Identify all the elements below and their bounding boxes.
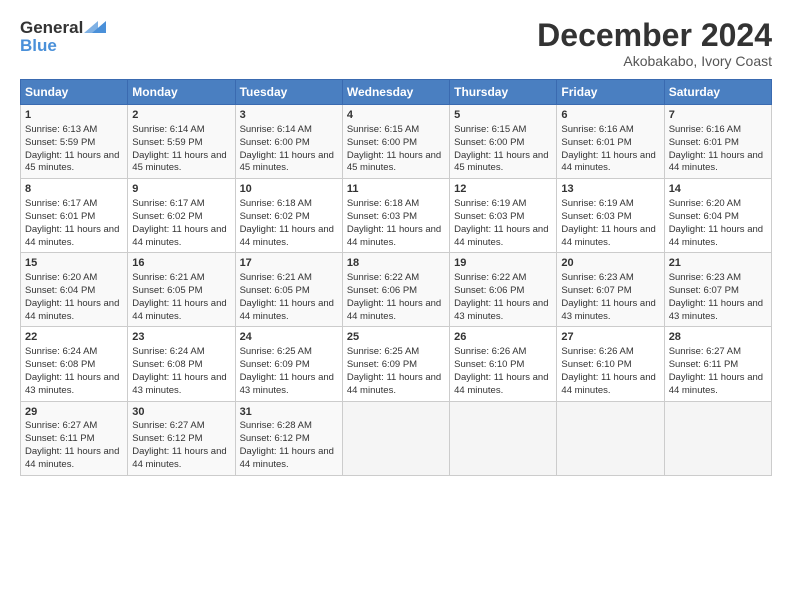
day-number: 1: [25, 108, 123, 123]
logo: General Blue: [20, 18, 106, 56]
week-row: 15Sunrise: 6:20 AMSunset: 6:04 PMDayligh…: [21, 253, 772, 327]
calendar-cell: 7Sunrise: 6:16 AMSunset: 6:01 PMDaylight…: [664, 105, 771, 179]
day-number: 27: [561, 330, 659, 345]
day-header: Friday: [557, 80, 664, 105]
calendar-cell: 11Sunrise: 6:18 AMSunset: 6:03 PMDayligh…: [342, 179, 449, 253]
calendar-cell: 25Sunrise: 6:25 AMSunset: 6:09 PMDayligh…: [342, 327, 449, 401]
day-number: 23: [132, 330, 230, 345]
calendar-cell: 28Sunrise: 6:27 AMSunset: 6:11 PMDayligh…: [664, 327, 771, 401]
day-number: 22: [25, 330, 123, 345]
calendar-cell: 16Sunrise: 6:21 AMSunset: 6:05 PMDayligh…: [128, 253, 235, 327]
calendar-cell: 22Sunrise: 6:24 AMSunset: 6:08 PMDayligh…: [21, 327, 128, 401]
calendar-cell: 19Sunrise: 6:22 AMSunset: 6:06 PMDayligh…: [450, 253, 557, 327]
calendar-cell: 14Sunrise: 6:20 AMSunset: 6:04 PMDayligh…: [664, 179, 771, 253]
day-number: 6: [561, 108, 659, 123]
calendar-cell: 29Sunrise: 6:27 AMSunset: 6:11 PMDayligh…: [21, 401, 128, 475]
week-row: 22Sunrise: 6:24 AMSunset: 6:08 PMDayligh…: [21, 327, 772, 401]
day-number: 21: [669, 256, 767, 271]
week-row: 8Sunrise: 6:17 AMSunset: 6:01 PMDaylight…: [21, 179, 772, 253]
day-number: 31: [240, 405, 338, 420]
day-number: 14: [669, 182, 767, 197]
calendar-cell: [450, 401, 557, 475]
logo-icon: [84, 19, 106, 35]
calendar-table: SundayMondayTuesdayWednesdayThursdayFrid…: [20, 79, 772, 475]
day-number: 2: [132, 108, 230, 123]
header-row: SundayMondayTuesdayWednesdayThursdayFrid…: [21, 80, 772, 105]
day-number: 30: [132, 405, 230, 420]
day-number: 5: [454, 108, 552, 123]
calendar-cell: 13Sunrise: 6:19 AMSunset: 6:03 PMDayligh…: [557, 179, 664, 253]
calendar-cell: 23Sunrise: 6:24 AMSunset: 6:08 PMDayligh…: [128, 327, 235, 401]
week-row: 29Sunrise: 6:27 AMSunset: 6:11 PMDayligh…: [21, 401, 772, 475]
logo-general: General: [20, 18, 83, 38]
calendar-cell: 5Sunrise: 6:15 AMSunset: 6:00 PMDaylight…: [450, 105, 557, 179]
calendar-cell: 6Sunrise: 6:16 AMSunset: 6:01 PMDaylight…: [557, 105, 664, 179]
day-number: 11: [347, 182, 445, 197]
week-row: 1Sunrise: 6:13 AMSunset: 5:59 PMDaylight…: [21, 105, 772, 179]
calendar-cell: 3Sunrise: 6:14 AMSunset: 6:00 PMDaylight…: [235, 105, 342, 179]
calendar-cell: 10Sunrise: 6:18 AMSunset: 6:02 PMDayligh…: [235, 179, 342, 253]
calendar-cell: 4Sunrise: 6:15 AMSunset: 6:00 PMDaylight…: [342, 105, 449, 179]
logo-blue: Blue: [20, 36, 57, 56]
day-number: 12: [454, 182, 552, 197]
day-number: 7: [669, 108, 767, 123]
calendar-cell: 24Sunrise: 6:25 AMSunset: 6:09 PMDayligh…: [235, 327, 342, 401]
calendar-cell: 17Sunrise: 6:21 AMSunset: 6:05 PMDayligh…: [235, 253, 342, 327]
day-number: 19: [454, 256, 552, 271]
day-number: 9: [132, 182, 230, 197]
calendar-cell: [342, 401, 449, 475]
location: Akobakabo, Ivory Coast: [537, 53, 772, 69]
calendar-cell: 31Sunrise: 6:28 AMSunset: 6:12 PMDayligh…: [235, 401, 342, 475]
day-header: Sunday: [21, 80, 128, 105]
header: General Blue December 2024 Akobakabo, Iv…: [20, 18, 772, 69]
day-number: 15: [25, 256, 123, 271]
calendar-cell: 30Sunrise: 6:27 AMSunset: 6:12 PMDayligh…: [128, 401, 235, 475]
page: General Blue December 2024 Akobakabo, Iv…: [0, 0, 792, 612]
calendar-cell: 18Sunrise: 6:22 AMSunset: 6:06 PMDayligh…: [342, 253, 449, 327]
day-number: 8: [25, 182, 123, 197]
day-number: 29: [25, 405, 123, 420]
calendar-cell: 27Sunrise: 6:26 AMSunset: 6:10 PMDayligh…: [557, 327, 664, 401]
day-number: 24: [240, 330, 338, 345]
calendar-cell: 12Sunrise: 6:19 AMSunset: 6:03 PMDayligh…: [450, 179, 557, 253]
day-number: 18: [347, 256, 445, 271]
day-number: 25: [347, 330, 445, 345]
day-number: 13: [561, 182, 659, 197]
day-header: Saturday: [664, 80, 771, 105]
calendar-cell: 15Sunrise: 6:20 AMSunset: 6:04 PMDayligh…: [21, 253, 128, 327]
day-header: Tuesday: [235, 80, 342, 105]
day-header: Wednesday: [342, 80, 449, 105]
day-number: 10: [240, 182, 338, 197]
day-number: 3: [240, 108, 338, 123]
calendar-cell: 1Sunrise: 6:13 AMSunset: 5:59 PMDaylight…: [21, 105, 128, 179]
calendar-cell: 21Sunrise: 6:23 AMSunset: 6:07 PMDayligh…: [664, 253, 771, 327]
day-header: Thursday: [450, 80, 557, 105]
calendar-cell: [664, 401, 771, 475]
calendar-cell: [557, 401, 664, 475]
title-block: December 2024 Akobakabo, Ivory Coast: [537, 18, 772, 69]
day-number: 16: [132, 256, 230, 271]
calendar-cell: 8Sunrise: 6:17 AMSunset: 6:01 PMDaylight…: [21, 179, 128, 253]
day-number: 4: [347, 108, 445, 123]
calendar-cell: 9Sunrise: 6:17 AMSunset: 6:02 PMDaylight…: [128, 179, 235, 253]
day-number: 26: [454, 330, 552, 345]
calendar-cell: 26Sunrise: 6:26 AMSunset: 6:10 PMDayligh…: [450, 327, 557, 401]
day-header: Monday: [128, 80, 235, 105]
month-title: December 2024: [537, 18, 772, 53]
day-number: 20: [561, 256, 659, 271]
day-number: 28: [669, 330, 767, 345]
day-number: 17: [240, 256, 338, 271]
calendar-cell: 2Sunrise: 6:14 AMSunset: 5:59 PMDaylight…: [128, 105, 235, 179]
calendar-cell: 20Sunrise: 6:23 AMSunset: 6:07 PMDayligh…: [557, 253, 664, 327]
